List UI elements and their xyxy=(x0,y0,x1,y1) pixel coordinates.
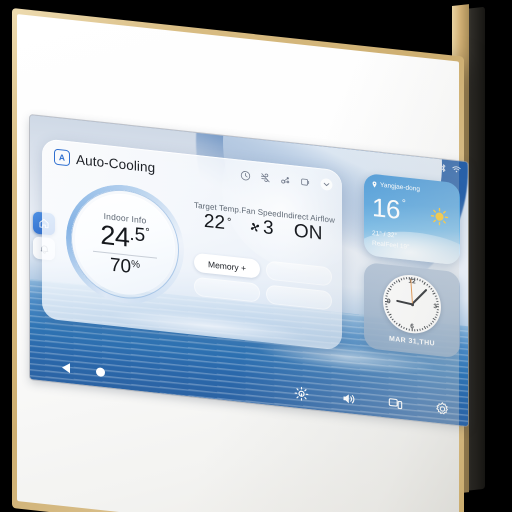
clock-tick xyxy=(436,311,439,314)
clock-tick xyxy=(435,316,437,319)
clock-widget[interactable]: 12 3 6 9 MAR 31,THU xyxy=(364,261,460,359)
clock-numeral-9: 9 xyxy=(387,297,391,306)
timer-icon[interactable] xyxy=(240,170,251,182)
no-wind-icon[interactable] xyxy=(260,172,271,184)
clock-tick xyxy=(435,295,437,297)
clock-tick xyxy=(414,329,416,332)
fan-speed-value: 3 xyxy=(263,217,274,240)
clock-tick xyxy=(385,306,388,308)
clock-tick xyxy=(436,314,438,316)
indoor-temp-degree: ° xyxy=(145,225,150,239)
clock-minute-hand xyxy=(411,288,428,305)
clock-tick xyxy=(421,328,424,331)
weather-temp-value: 16 xyxy=(372,191,400,225)
clock-tick xyxy=(391,318,394,321)
clock-tick xyxy=(436,300,439,303)
clock-tick xyxy=(419,329,421,331)
clock-tick xyxy=(403,277,405,280)
clock-numeral-3: 3 xyxy=(433,302,437,311)
memory-plus-button[interactable]: Memory + xyxy=(194,252,260,279)
clock-tick xyxy=(386,292,388,295)
clock-tick xyxy=(426,283,429,286)
target-temp-degree: ° xyxy=(227,216,232,229)
card-header: A Auto-Cooling xyxy=(54,148,156,176)
back-icon[interactable] xyxy=(62,362,70,374)
bluetooth-icon xyxy=(440,163,447,173)
sun-icon xyxy=(430,206,449,227)
lcd-screen[interactable]: A Auto-Cooling Indoor Info 24 .5 ° 70 % … xyxy=(30,115,468,427)
clock-tick xyxy=(428,324,431,327)
clock-tick xyxy=(405,277,408,279)
clock-tick xyxy=(416,329,419,332)
clock-tick xyxy=(400,326,403,328)
clock-tick xyxy=(403,327,405,330)
screenshot-stage: A Auto-Cooling Indoor Info 24 .5 ° 70 % … xyxy=(0,0,512,512)
quick-action-button[interactable] xyxy=(266,284,332,311)
clock-tick xyxy=(389,316,392,319)
clock-tick xyxy=(426,326,429,328)
clock-tick xyxy=(419,279,421,282)
clock-tick xyxy=(437,309,439,311)
clock-tick xyxy=(393,281,396,284)
wall-control-panel-device: A Auto-Cooling Indoor Info 24 .5 ° 70 % … xyxy=(0,0,512,512)
page-title: Auto-Cooling xyxy=(76,151,156,175)
clock-tick xyxy=(432,320,435,323)
volume-icon[interactable] xyxy=(341,390,356,407)
indoor-humidity: 70 % xyxy=(109,254,141,278)
stat-fan-speed[interactable]: Fan Speed 3 xyxy=(241,206,281,241)
weather-widget[interactable]: Yangjae-dong 16 ° 21° / 32° RealFeel 19° xyxy=(364,172,460,266)
clock-tick xyxy=(436,298,438,300)
stat-target-temp[interactable]: Target Temp. 22 ° xyxy=(194,201,241,237)
auto-mode-icon: A xyxy=(54,148,70,167)
indoor-humidity-unit: % xyxy=(131,258,141,271)
indoor-info-dial[interactable]: Indoor Info 24 .5 ° 70 % xyxy=(66,178,184,310)
screen-share-icon[interactable] xyxy=(388,395,403,412)
clock-tick xyxy=(395,280,398,283)
wifi-icon xyxy=(452,164,461,174)
gear-icon[interactable] xyxy=(435,400,450,417)
indirect-airflow-value: ON xyxy=(293,220,323,245)
weather-temp-degree: ° xyxy=(401,198,406,210)
widget-column: Yangjae-dong 16 ° 21° / 32° RealFeel 19° xyxy=(364,172,460,359)
weather-location-row: Yangjae-dong xyxy=(372,181,420,193)
clock-tick xyxy=(393,320,396,323)
clock-date: MAR 31,THU xyxy=(388,335,435,348)
weather-temperature: 16 ° xyxy=(372,191,406,225)
chevron-down-icon[interactable] xyxy=(320,177,333,191)
target-temp-value: 22 xyxy=(203,210,226,235)
quick-action-button[interactable] xyxy=(194,276,260,303)
clock-tick xyxy=(432,290,435,292)
clock-tick xyxy=(389,285,392,288)
weather-location: Yangjae-dong xyxy=(380,181,420,194)
indoor-temp-int: 24 xyxy=(100,219,130,253)
fan-icon xyxy=(249,221,261,234)
indoor-humidity-value: 70 xyxy=(109,254,132,278)
clock-tick xyxy=(400,278,403,280)
clock-tick xyxy=(391,283,394,286)
stat-value-row: 3 xyxy=(241,215,281,241)
home-dot-icon[interactable] xyxy=(96,366,105,377)
location-pin-icon xyxy=(372,181,377,189)
clock-tick xyxy=(405,328,408,331)
analog-clock-face: 12 3 6 9 xyxy=(383,272,441,337)
brightness-icon[interactable] xyxy=(294,385,309,402)
indoor-temperature: 24 .5 ° xyxy=(100,219,150,253)
clock-tick xyxy=(430,322,433,325)
display-icon[interactable] xyxy=(300,176,311,188)
clock-tick xyxy=(416,278,419,281)
clock-hour-hand xyxy=(395,299,413,306)
auto-cooling-card[interactable]: A Auto-Cooling Indoor Info 24 .5 ° 70 % … xyxy=(42,138,342,351)
clock-tick xyxy=(437,303,439,305)
stat-indirect-airflow[interactable]: Indirect Airflow ON xyxy=(281,210,335,247)
clock-tick xyxy=(387,290,389,292)
clock-tick xyxy=(430,287,433,290)
indoor-temp-dec: .5 xyxy=(129,223,146,246)
clock-center-pin xyxy=(410,302,414,306)
clock-numeral-6: 6 xyxy=(410,322,414,331)
clock-tick xyxy=(386,308,388,311)
clock-tick xyxy=(385,295,388,297)
clock-tick xyxy=(387,311,389,313)
clock-tick xyxy=(428,285,431,288)
purify-icon[interactable] xyxy=(280,174,291,186)
